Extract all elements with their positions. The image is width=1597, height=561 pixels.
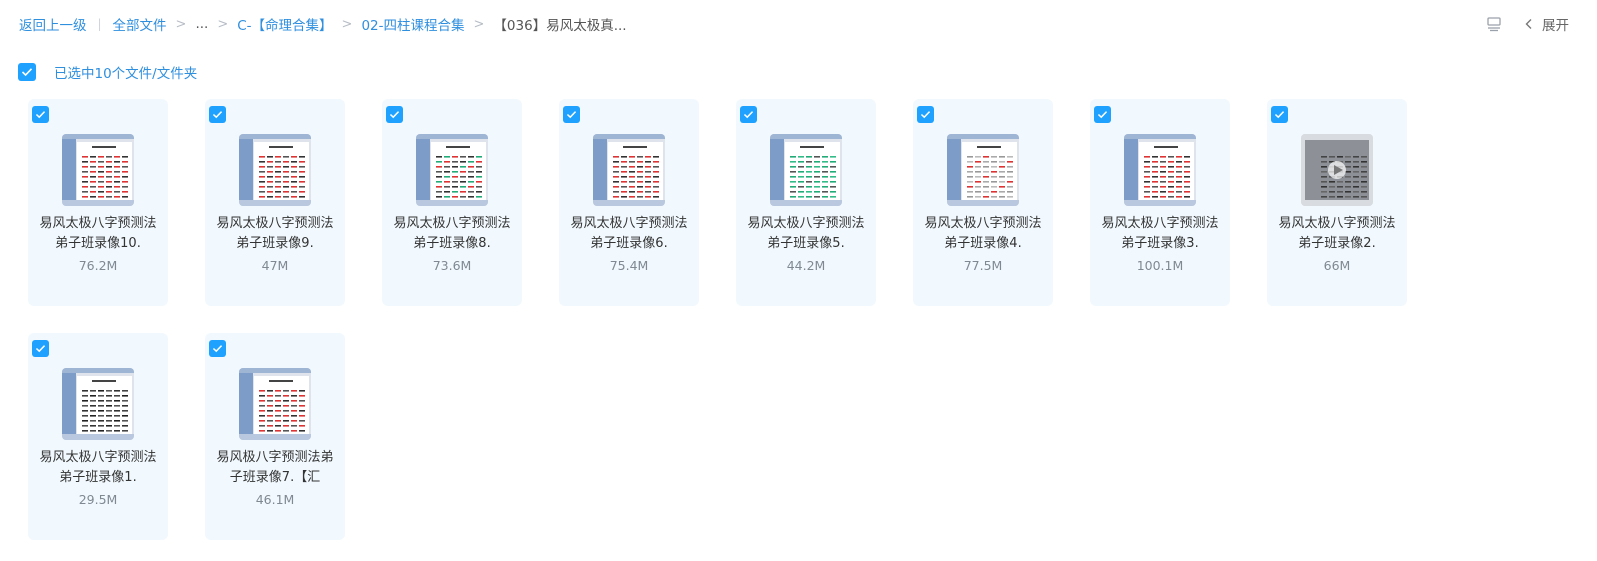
- file-checkbox[interactable]: [917, 106, 934, 123]
- file-size: 44.2M: [786, 258, 826, 273]
- check-icon: [566, 111, 577, 119]
- breadcrumb-level1[interactable]: C-【命理合集】: [237, 14, 332, 34]
- file-card[interactable]: 易风太极八字预测法弟子班录像6. 75.4M: [559, 99, 699, 306]
- file-thumbnail: [62, 368, 134, 440]
- file-name: 易风太极八字预测法弟子班录像8.: [393, 216, 511, 251]
- file-checkbox[interactable]: [209, 106, 226, 123]
- file-size: 100.1M: [1136, 258, 1184, 273]
- file-checkbox[interactable]: [1271, 106, 1288, 123]
- file-size: 77.5M: [963, 258, 1003, 273]
- selection-count-text: 已选中10个文件/文件夹: [54, 65, 198, 82]
- breadcrumb-divider: |: [97, 17, 102, 31]
- breadcrumb-level2[interactable]: 02-四柱课程合集: [361, 14, 464, 34]
- list-view-button[interactable]: [1486, 16, 1502, 32]
- file-card[interactable]: 易风太极八字预测法弟子班录像8. 73.6M: [382, 99, 522, 306]
- file-card[interactable]: 易风太极八字预测法弟子班录像3. 100.1M: [1090, 99, 1230, 306]
- check-icon: [35, 345, 46, 353]
- selection-bar: 已选中10个文件/文件夹: [18, 62, 198, 82]
- file-checkbox[interactable]: [1094, 106, 1111, 123]
- file-thumbnail: [1301, 134, 1373, 206]
- file-checkbox[interactable]: [32, 340, 49, 357]
- breadcrumb-ellipsis[interactable]: ...: [195, 16, 208, 32]
- file-checkbox[interactable]: [32, 106, 49, 123]
- check-icon: [389, 111, 400, 119]
- file-name: 易风太极八字预测法弟子班录像5.: [747, 216, 865, 251]
- check-icon: [212, 111, 223, 119]
- file-size: 66M: [1323, 258, 1351, 273]
- file-thumbnail: [770, 134, 842, 206]
- breadcrumb-chevron-icon: >: [217, 16, 229, 32]
- file-card[interactable]: 易风太极八字预测法弟子班录像5. 44.2M: [736, 99, 876, 306]
- breadcrumb: 返回上一级 | 全部文件 > ... > C-【命理合集】 > 02-四柱课程合…: [19, 14, 627, 34]
- file-card[interactable]: 易风太极八字预测法弟子班录像4. 77.5M: [913, 99, 1053, 306]
- file-name: 易风太极八字预测法弟子班录像10.: [39, 216, 157, 251]
- breadcrumb-chevron-icon: >: [473, 16, 485, 32]
- file-thumbnail: [593, 134, 665, 206]
- breadcrumb-chevron-icon: >: [341, 16, 353, 32]
- file-checkbox[interactable]: [209, 340, 226, 357]
- file-size: 76.2M: [78, 258, 118, 273]
- file-name: 易风太极八字预测法弟子班录像9.: [216, 216, 334, 251]
- file-thumbnail: [1124, 134, 1196, 206]
- check-icon: [1097, 111, 1108, 119]
- file-size: 29.5M: [78, 492, 118, 507]
- file-size: 73.6M: [432, 258, 472, 273]
- check-icon: [920, 111, 931, 119]
- file-card[interactable]: 易风太极八字预测法弟子班录像9. 47M: [205, 99, 345, 306]
- file-thumbnail: [62, 134, 134, 206]
- file-thumbnail: [239, 368, 311, 440]
- back-link[interactable]: 返回上一级: [19, 14, 87, 34]
- file-card[interactable]: 易风太极八字预测法弟子班录像1. 29.5M: [28, 333, 168, 540]
- list-view-icon: [1487, 17, 1501, 32]
- breadcrumb-all-files[interactable]: 全部文件: [113, 14, 167, 34]
- check-icon: [21, 67, 33, 76]
- file-checkbox[interactable]: [740, 106, 757, 123]
- file-grid: 易风太极八字预测法弟子班录像10. 76.2M 易风太极八字预测法弟子班录像9. 47…: [28, 99, 1407, 540]
- file-size: 46.1M: [255, 492, 295, 507]
- select-all-checkbox[interactable]: [18, 62, 36, 81]
- file-name: 易风极八字预测法弟子班录像7.【汇: [216, 450, 334, 485]
- file-name: 易风太极八字预测法弟子班录像2.: [1278, 216, 1396, 251]
- file-thumbnail: [947, 134, 1019, 206]
- chevron-left-icon: [1525, 19, 1532, 29]
- file-size: 47M: [261, 258, 289, 273]
- check-icon: [212, 345, 223, 353]
- expand-label: 展开: [1542, 18, 1569, 34]
- file-checkbox[interactable]: [563, 106, 580, 123]
- file-name: 易风太极八字预测法弟子班录像3.: [1101, 216, 1219, 251]
- breadcrumb-chevron-icon: >: [175, 16, 187, 32]
- file-thumbnail: [416, 134, 488, 206]
- check-icon: [35, 111, 46, 119]
- file-card[interactable]: 易风极八字预测法弟子班录像7.【汇 46.1M: [205, 333, 345, 540]
- file-card[interactable]: 易风太极八字预测法弟子班录像10. 76.2M: [28, 99, 168, 306]
- file-name: 易风太极八字预测法弟子班录像1.: [39, 450, 157, 485]
- file-name: 易风太极八字预测法弟子班录像4.: [924, 216, 1042, 251]
- right-toolbar: 展开: [1486, 14, 1569, 34]
- check-icon: [1274, 111, 1285, 119]
- file-checkbox[interactable]: [386, 106, 403, 123]
- file-size: 75.4M: [609, 258, 649, 273]
- file-name: 易风太极八字预测法弟子班录像6.: [570, 216, 688, 251]
- top-bar: 返回上一级 | 全部文件 > ... > C-【命理合集】 > 02-四柱课程合…: [0, 0, 1597, 48]
- breadcrumb-current: 【036】易风太极真...: [493, 18, 627, 34]
- expand-button[interactable]: 展开: [1524, 14, 1569, 34]
- file-card[interactable]: 易风太极八字预测法弟子班录像2. 66M: [1267, 99, 1407, 306]
- check-icon: [743, 111, 754, 119]
- file-thumbnail: [239, 134, 311, 206]
